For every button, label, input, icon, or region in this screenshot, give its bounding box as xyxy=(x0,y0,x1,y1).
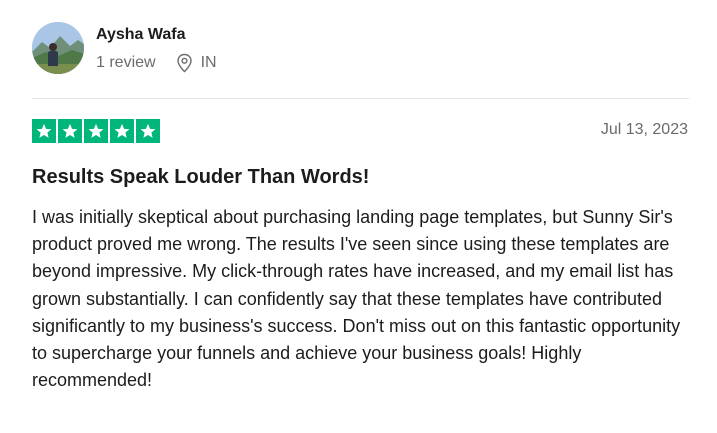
star-icon xyxy=(32,119,56,143)
star-icon xyxy=(110,119,134,143)
reviewer-country: IN xyxy=(200,54,217,71)
star-icon xyxy=(58,119,82,143)
reviewer-avatar[interactable] xyxy=(32,22,84,74)
star-icon xyxy=(136,119,160,143)
review-count: 1 review xyxy=(96,54,156,71)
review-date: Jul 13, 2023 xyxy=(600,121,688,138)
review-body: I was initially skeptical about purchasi… xyxy=(32,207,681,391)
divider xyxy=(32,98,689,99)
star-rating xyxy=(32,119,162,143)
review-title[interactable]: Results Speak Louder Than Words! xyxy=(32,166,369,189)
location-pin-icon xyxy=(176,53,193,73)
star-icon xyxy=(84,119,108,143)
reviewer-name[interactable]: Aysha Wafa xyxy=(96,26,186,44)
reviewer-meta: 1 review IN xyxy=(96,53,217,73)
